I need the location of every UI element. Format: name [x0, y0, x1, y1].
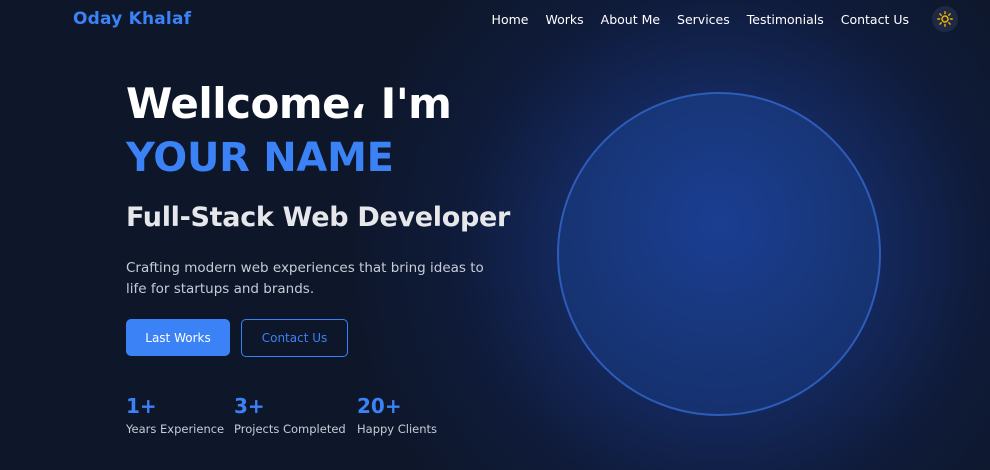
theme-toggle-button[interactable]	[932, 6, 958, 32]
stat-label: Years Experience	[126, 422, 225, 436]
nav-works[interactable]: Works	[545, 12, 583, 27]
page: Oday Khalaf Home Works About Me Services…	[0, 0, 990, 470]
stat-happy-clients: 20+ Happy Clients	[357, 394, 437, 436]
hero-name: YOUR NAME	[126, 135, 394, 181]
stat-value: 20+	[357, 394, 402, 418]
stat-label: Happy Clients	[357, 422, 438, 436]
nav-about-me[interactable]: About Me	[601, 12, 660, 27]
main-nav: Home Works About Me Services Testimonial…	[492, 12, 909, 27]
sun-icon	[937, 11, 953, 27]
nav-home[interactable]: Home	[492, 12, 529, 27]
contact-us-button[interactable]: Contact Us	[241, 319, 348, 357]
hero-description: Crafting modern web experiences that bri…	[126, 260, 484, 297]
brand-logo[interactable]: Oday Khalaf	[73, 9, 191, 29]
profile-image-circle	[557, 92, 881, 416]
stat-value: 1+	[126, 394, 157, 418]
nav-services[interactable]: Services	[677, 12, 730, 27]
stat-projects-completed: 3+ Projects Completed	[234, 394, 346, 436]
nav-contact-us[interactable]: Contact Us	[841, 12, 909, 27]
stat-label: Projects Completed	[234, 422, 346, 436]
nav-testimonials[interactable]: Testimonials	[747, 12, 824, 27]
stat-value: 3+	[234, 394, 265, 418]
hero-role: Full-Stack Web Developer	[126, 202, 511, 233]
hero-heading: Wellcome، I'm	[126, 79, 452, 128]
stat-years-experience: 1+ Years Experience	[126, 394, 224, 436]
last-works-button[interactable]: Last Works	[126, 319, 230, 356]
